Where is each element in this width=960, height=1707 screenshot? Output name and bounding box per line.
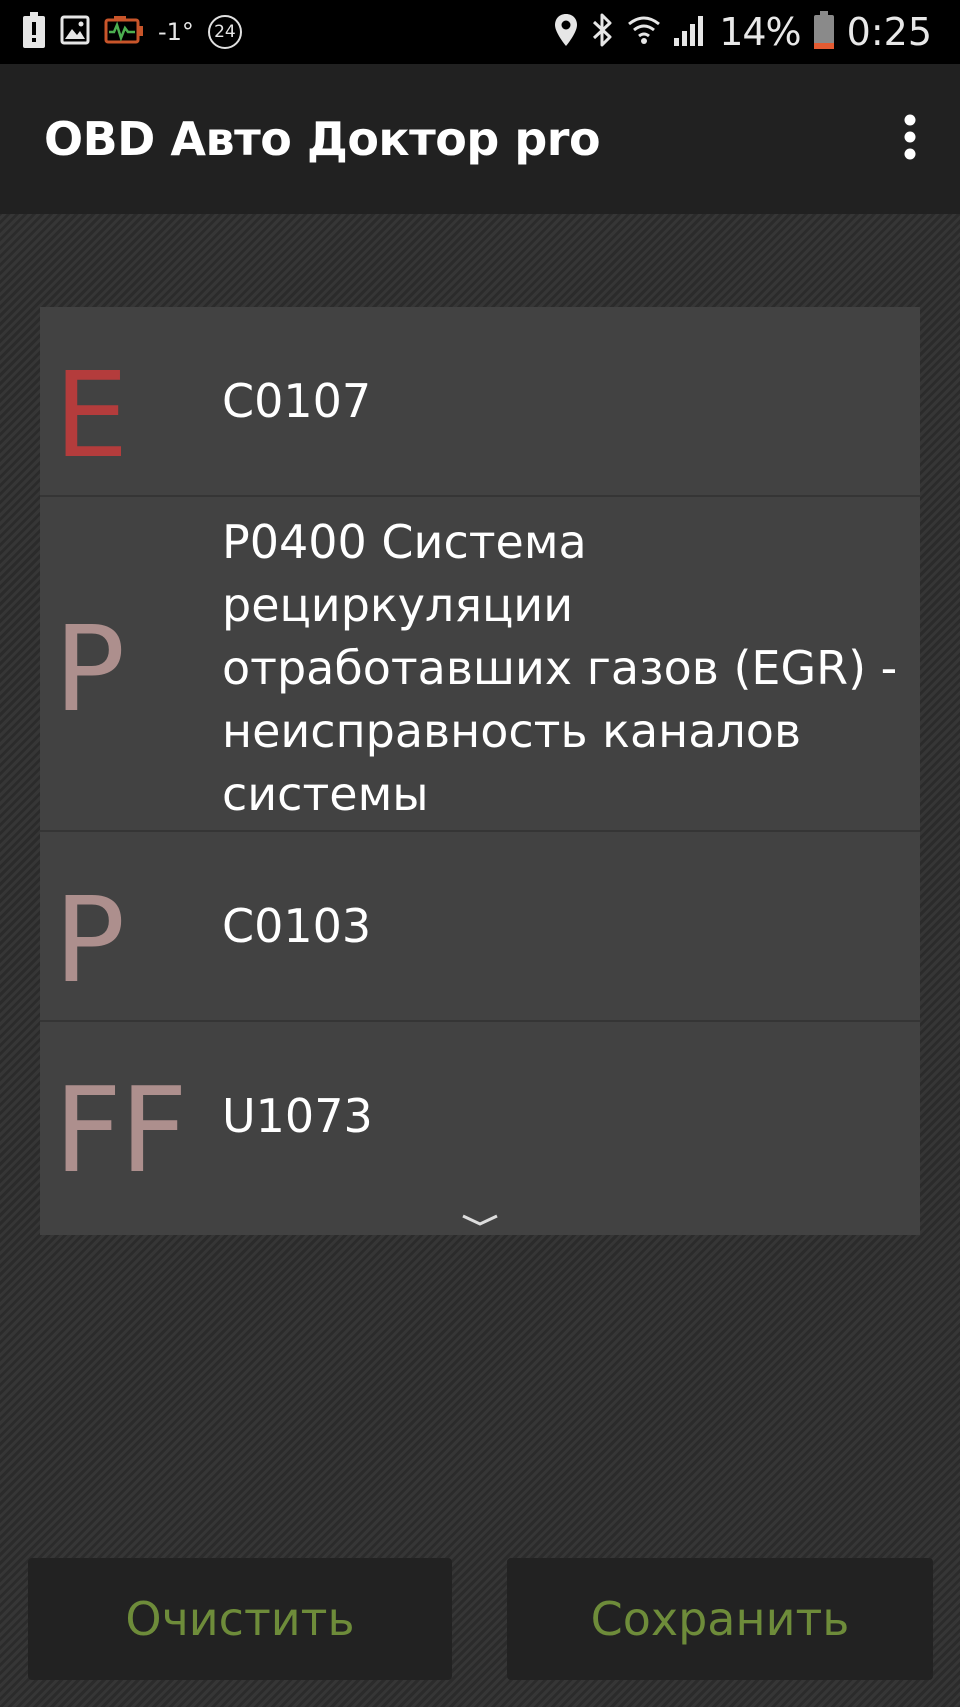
app-title: OBD Авто Доктор pro	[44, 112, 601, 166]
error-code-item[interactable]: P P0400 Система рециркуляции отработавши…	[40, 497, 920, 832]
error-code-text: C0107	[222, 374, 372, 428]
chevron-down-icon	[460, 1212, 500, 1228]
status-bar-system: 14% 0:25	[553, 6, 932, 58]
app-bar: OBD Авто Доктор pro	[0, 64, 960, 214]
notification-count-badge: 24	[207, 15, 242, 49]
battery-alert-icon	[22, 11, 46, 53]
status-bar: -1° 24 14% 0:25	[0, 0, 960, 64]
error-code-text: U1073	[222, 1089, 373, 1143]
engine-monitor-icon	[104, 15, 144, 50]
error-code-item[interactable]: P C0103	[40, 832, 920, 1022]
clear-button[interactable]: Очистить	[28, 1558, 452, 1680]
error-code-text: C0103	[222, 899, 372, 953]
error-code-item[interactable]: FF U1073	[40, 1022, 920, 1235]
bluetooth-icon	[591, 12, 615, 53]
error-code-text: P0400 Система рециркуляции отработавших …	[222, 515, 898, 821]
clock-text: 0:25	[846, 10, 932, 54]
error-code-list[interactable]: E C0107 P P0400 Система рециркуляции отр…	[40, 307, 920, 1235]
error-type-letter: E	[54, 346, 129, 484]
error-code-item[interactable]: E C0107	[40, 307, 920, 497]
battery-percent-text: 14%	[719, 10, 801, 54]
wifi-icon	[627, 13, 661, 52]
status-bar-notifications: -1° 24	[22, 10, 242, 54]
error-type-letter: FF	[54, 1061, 188, 1199]
signal-icon	[673, 14, 707, 51]
more-vert-icon	[903, 114, 917, 165]
error-type-letter: P	[54, 871, 125, 1009]
overflow-menu-button[interactable]	[890, 109, 930, 169]
error-type-letter: P	[54, 600, 125, 738]
battery-icon	[813, 10, 835, 54]
image-icon	[60, 15, 90, 50]
save-button[interactable]: Сохранить	[507, 1558, 933, 1680]
location-icon	[553, 13, 579, 52]
temperature-text: -1°	[158, 18, 194, 46]
